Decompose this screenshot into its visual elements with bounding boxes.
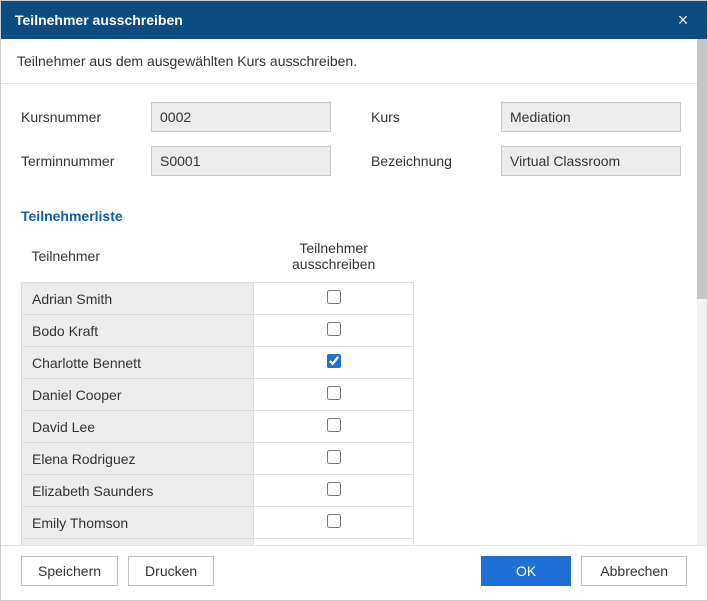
participant-name-cell: Bodo Kraft (22, 315, 254, 347)
bezeichnung-field[interactable] (501, 146, 681, 176)
table-row: Emily Thomson (22, 507, 414, 539)
dialog-title: Teilnehmer ausschreiben (15, 12, 183, 28)
kursnummer-field[interactable] (151, 102, 331, 132)
form-col-terminnummer: Terminnummer (21, 146, 371, 176)
participant-name-cell: David Lee (22, 411, 254, 443)
unenroll-checkbox[interactable] (327, 322, 341, 336)
participant-checkbox-cell (254, 539, 414, 545)
table-row: Adrian Smith (22, 283, 414, 315)
table-row: Felix Unger (22, 539, 414, 545)
form-col-kurs: Kurs (371, 102, 681, 132)
dialog-frame: Teilnehmer ausschreiben × Teilnehmer aus… (0, 0, 708, 601)
close-icon[interactable]: × (673, 11, 693, 29)
unenroll-checkbox[interactable] (327, 386, 341, 400)
participant-name-cell: Elizabeth Saunders (22, 475, 254, 507)
cancel-button[interactable]: Abbrechen (581, 556, 687, 586)
participant-name-cell: Charlotte Bennett (22, 347, 254, 379)
form-col-bezeichnung: Bezeichnung (371, 146, 681, 176)
form-row-2: Terminnummer Bezeichnung (21, 146, 687, 176)
participant-checkbox-cell (254, 283, 414, 315)
title-bar: Teilnehmer ausschreiben × (1, 1, 707, 39)
participant-checkbox-cell (254, 411, 414, 443)
kurs-field[interactable] (501, 102, 681, 132)
table-row: Charlotte Bennett (22, 347, 414, 379)
unenroll-checkbox[interactable] (327, 514, 341, 528)
scrollbar-thumb[interactable] (697, 39, 707, 299)
dialog-footer: Speichern Drucken OK Abbrechen (1, 545, 707, 600)
participant-table: Teilnehmer Teilnehmer ausschreiben Adria… (21, 234, 414, 545)
print-button[interactable]: Drucken (128, 556, 214, 586)
content-inner: Teilnehmer aus dem ausgewählten Kurs aus… (1, 39, 707, 545)
participant-checkbox-cell (254, 315, 414, 347)
participant-checkbox-cell (254, 507, 414, 539)
unenroll-checkbox[interactable] (327, 450, 341, 464)
vertical-scrollbar[interactable] (697, 39, 707, 545)
table-row: Daniel Cooper (22, 379, 414, 411)
dialog-subtitle: Teilnehmer aus dem ausgewählten Kurs aus… (1, 39, 707, 84)
kursnummer-label: Kursnummer (21, 109, 151, 125)
form-col-kursnummer: Kursnummer (21, 102, 371, 132)
table-row: Elizabeth Saunders (22, 475, 414, 507)
participant-name-cell: Adrian Smith (22, 283, 254, 315)
participant-checkbox-cell (254, 379, 414, 411)
participant-name-cell: Emily Thomson (22, 507, 254, 539)
table-header-name: Teilnehmer (22, 234, 254, 283)
participant-name-cell: Elena Rodriguez (22, 443, 254, 475)
unenroll-checkbox[interactable] (327, 418, 341, 432)
unenroll-checkbox[interactable] (327, 354, 341, 368)
content-scroll-area: Teilnehmer aus dem ausgewählten Kurs aus… (1, 39, 707, 545)
ok-button[interactable]: OK (481, 556, 571, 586)
participant-checkbox-cell (254, 443, 414, 475)
terminnummer-label: Terminnummer (21, 153, 151, 169)
bezeichnung-label: Bezeichnung (371, 153, 501, 169)
table-header-row: Teilnehmer Teilnehmer ausschreiben (22, 234, 414, 283)
unenroll-checkbox[interactable] (327, 482, 341, 496)
table-row: Bodo Kraft (22, 315, 414, 347)
terminnummer-field[interactable] (151, 146, 331, 176)
participant-name-cell: Felix Unger (22, 539, 254, 545)
table-row: Elena Rodriguez (22, 443, 414, 475)
participant-checkbox-cell (254, 475, 414, 507)
table-header-checkbox: Teilnehmer ausschreiben (254, 234, 414, 283)
section-title: Teilnehmerliste (1, 200, 707, 234)
form-area: Kursnummer Kurs Terminnummer Bezeichnung (1, 84, 707, 200)
participant-table-wrap: Teilnehmer Teilnehmer ausschreiben Adria… (1, 234, 707, 545)
kurs-label: Kurs (371, 109, 501, 125)
participant-name-cell: Daniel Cooper (22, 379, 254, 411)
participant-checkbox-cell (254, 347, 414, 379)
unenroll-checkbox[interactable] (327, 290, 341, 304)
save-button[interactable]: Speichern (21, 556, 118, 586)
form-row-1: Kursnummer Kurs (21, 102, 687, 132)
table-row: David Lee (22, 411, 414, 443)
